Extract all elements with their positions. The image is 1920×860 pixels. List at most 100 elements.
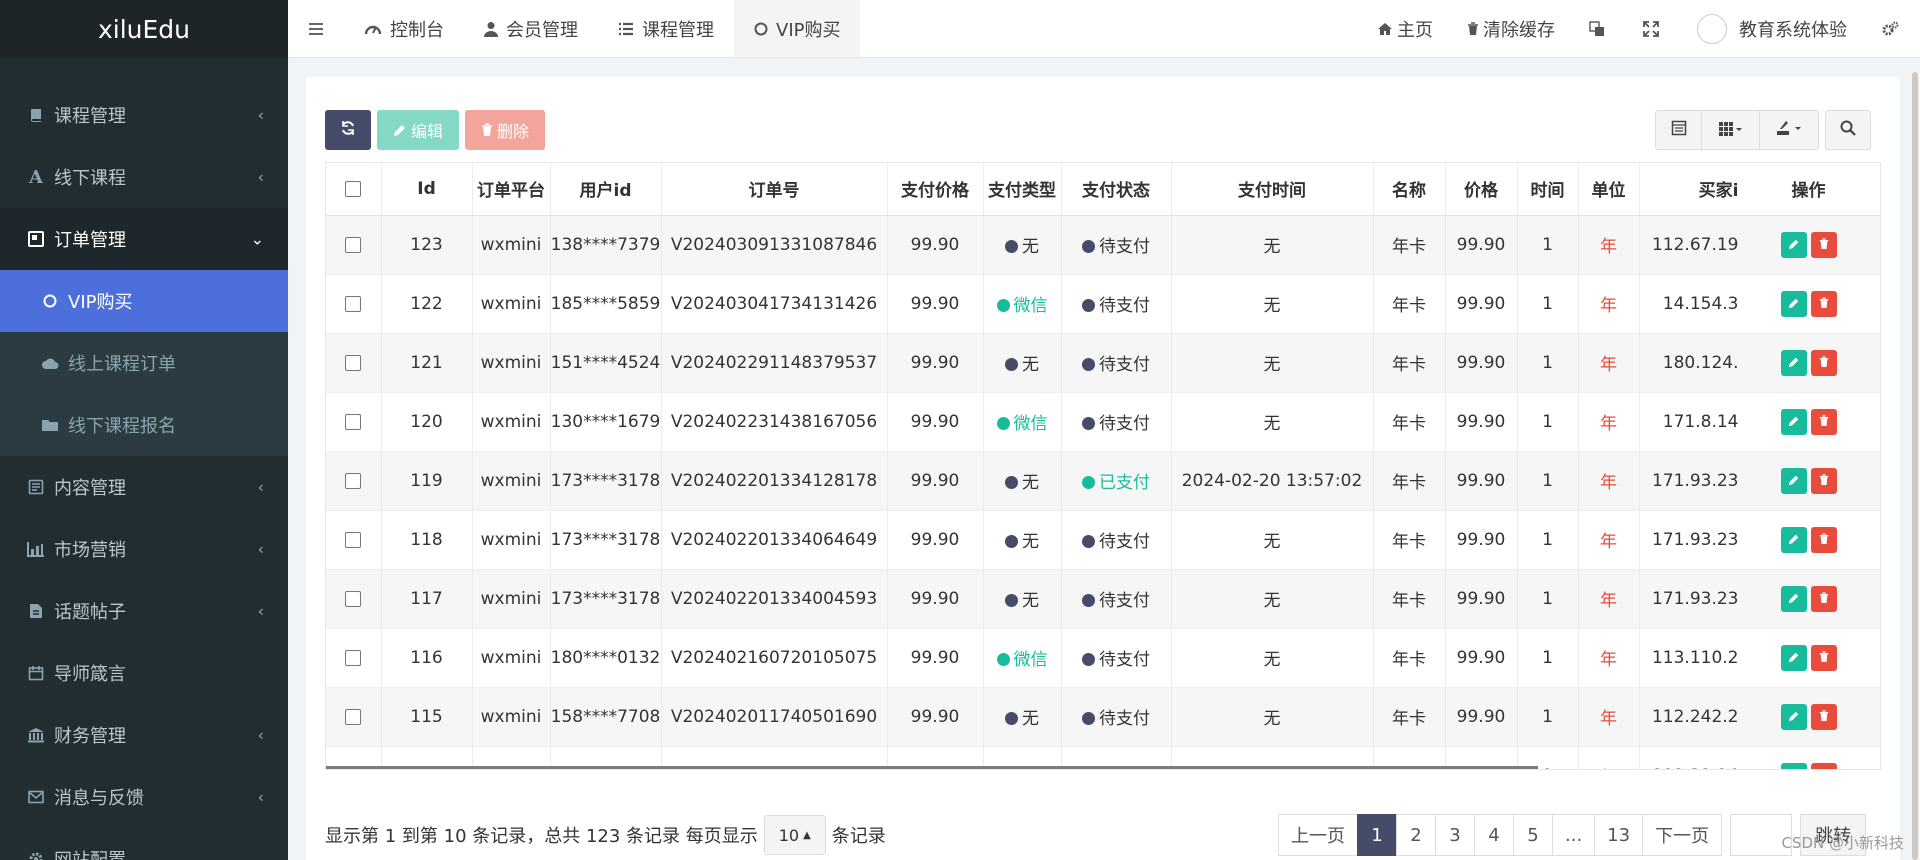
row-select-cell[interactable] [326,510,382,570]
column-header[interactable]: 订单号 [661,163,888,216]
select-all-cell[interactable] [326,163,382,216]
page-prev[interactable]: 上一页 [1278,814,1358,856]
sidebar-item-marketing[interactable]: 市场营销 ‹ [0,518,288,580]
menu-toggle-icon[interactable] [288,0,344,57]
edit-button[interactable]: 编辑 [377,110,459,150]
tab-members[interactable]: 会员管理 [464,0,598,57]
user-menu[interactable]: 教育系统体验 [1680,0,1864,57]
sidebar-item-order[interactable]: 订单管理 ⌄ [0,208,288,270]
row-delete-button[interactable] [1810,526,1837,553]
column-header[interactable]: 名称 [1373,163,1446,216]
row-checkbox[interactable] [345,413,362,430]
row-delete-button[interactable] [1810,703,1837,730]
sidebar-subitem-offline-signup[interactable]: 线下课程报名 [0,394,288,456]
delete-button[interactable]: 删除 [465,110,545,150]
columns-dropdown[interactable] [1702,111,1760,149]
row-delete-button[interactable] [1810,762,1837,769]
tab-vip-purchase[interactable]: VIP购买 [734,0,861,57]
row-edit-button[interactable] [1780,703,1807,730]
row-delete-button[interactable] [1810,644,1837,671]
table-row[interactable]: 117 wxmini 173****3178 V202402201334004593 9… [326,569,1880,629]
row-checkbox[interactable] [345,472,362,489]
row-checkbox[interactable] [345,590,362,607]
language-button[interactable] [1572,0,1626,57]
brand-logo[interactable]: xiluEdu [0,0,288,58]
sidebar-subitem-vip[interactable]: VIP购买 [0,270,288,332]
row-delete-button[interactable] [1810,585,1837,612]
row-checkbox[interactable] [345,236,362,253]
select-all-checkbox[interactable] [345,180,362,197]
row-edit-button[interactable] [1780,290,1807,317]
page-2[interactable]: 2 [1396,814,1436,856]
column-header[interactable]: 支付时间 [1171,163,1374,216]
column-header[interactable]: 支付价格 [887,163,984,216]
row-select-cell[interactable] [326,215,382,275]
row-edit-button[interactable] [1780,526,1807,553]
sidebar-item-course[interactable]: 课程管理 ‹ [0,84,288,146]
column-header[interactable]: 支付状态 [1061,163,1172,216]
table-row[interactable]: 121 wxmini 151****4524 V202402291148379537 9… [326,333,1880,393]
horizontal-scrollbar[interactable] [326,766,1538,769]
search-button[interactable] [1825,110,1871,150]
column-header[interactable]: 单位 [1578,163,1640,216]
home-link[interactable]: 主页 [1360,0,1450,57]
column-header[interactable]: 用户id [550,163,662,216]
row-delete-button[interactable] [1810,231,1837,258]
row-checkbox[interactable] [345,354,362,371]
page-4[interactable]: 4 [1474,814,1514,856]
refresh-button[interactable] [325,110,371,150]
page-size-dropdown[interactable]: 10 ▲ [763,815,826,855]
sidebar-item-site-config[interactable]: 网站配置 [0,828,288,860]
vertical-scrollbar[interactable] [1910,72,1920,860]
row-delete-button[interactable] [1810,349,1837,376]
row-edit-button[interactable] [1780,644,1807,671]
column-header[interactable]: 支付类型 [983,163,1062,216]
row-delete-button[interactable] [1810,290,1837,317]
row-edit-button[interactable] [1780,467,1807,494]
table-row[interactable]: 123 wxmini 138****7379 V202403091331087846 9… [326,215,1880,275]
row-select-cell[interactable] [326,628,382,688]
table-row[interactable]: 115 wxmini 158****7708 V202402011740501690 9… [326,687,1880,747]
sidebar-item-topics[interactable]: 话题帖子 ‹ [0,580,288,642]
column-header[interactable]: 订单平台 [472,163,551,216]
row-delete-button[interactable] [1810,467,1837,494]
column-header[interactable]: 价格 [1445,163,1518,216]
settings-button[interactable] [1864,0,1920,57]
column-header[interactable]: 买家i [1639,163,1740,216]
table-row[interactable]: 118 wxmini 173****3178 V202402201334064649 9… [326,510,1880,570]
row-checkbox[interactable] [345,708,362,725]
tab-dashboard[interactable]: 控制台 [344,0,464,57]
row-select-cell[interactable] [326,392,382,452]
row-delete-button[interactable] [1810,408,1837,435]
page-5[interactable]: 5 [1513,814,1553,856]
fullscreen-button[interactable] [1626,0,1680,57]
page-1[interactable]: 1 [1357,814,1397,856]
export-dropdown[interactable] [1760,111,1818,149]
sidebar-item-content[interactable]: 内容管理 ‹ [0,456,288,518]
row-checkbox[interactable] [345,531,362,548]
row-select-cell[interactable] [326,333,382,393]
clear-cache-button[interactable]: 清除缓存 [1450,0,1572,57]
page-13[interactable]: 13 [1594,814,1644,856]
toggle-view-button[interactable] [1656,111,1702,149]
row-select-cell[interactable] [326,451,382,511]
sidebar-item-messages[interactable]: 消息与反馈 ‹ [0,766,288,828]
column-header[interactable]: Id [381,163,473,216]
row-select-cell[interactable] [326,274,382,334]
scrollbar-thumb[interactable] [1912,72,1918,860]
table-row[interactable]: 122 wxmini 185****5859 V202403041734131426 9… [326,274,1880,334]
sidebar-subitem-online-order[interactable]: 线上课程订单 [0,332,288,394]
row-checkbox[interactable] [345,295,362,312]
column-header[interactable]: 时间 [1517,163,1579,216]
row-edit-button[interactable] [1780,408,1807,435]
row-checkbox[interactable] [345,649,362,666]
table-row[interactable]: 116 wxmini 180****0132 V202402160720105075 9… [326,628,1880,688]
row-select-cell[interactable] [326,687,382,747]
sidebar-item-offline-course[interactable]: A 线下课程 ‹ [0,146,288,208]
tab-courses[interactable]: 课程管理 [598,0,734,57]
table-row[interactable]: 120 wxmini 130****1679 V202402231438167056 9… [326,392,1880,452]
row-edit-button[interactable] [1780,585,1807,612]
sidebar-item-finance[interactable]: 财务管理 ‹ [0,704,288,766]
sidebar-item-mentor[interactable]: 导师箴言 [0,642,288,704]
table-row[interactable]: 119 wxmini 173****3178 V202402201334128178 9… [326,451,1880,511]
